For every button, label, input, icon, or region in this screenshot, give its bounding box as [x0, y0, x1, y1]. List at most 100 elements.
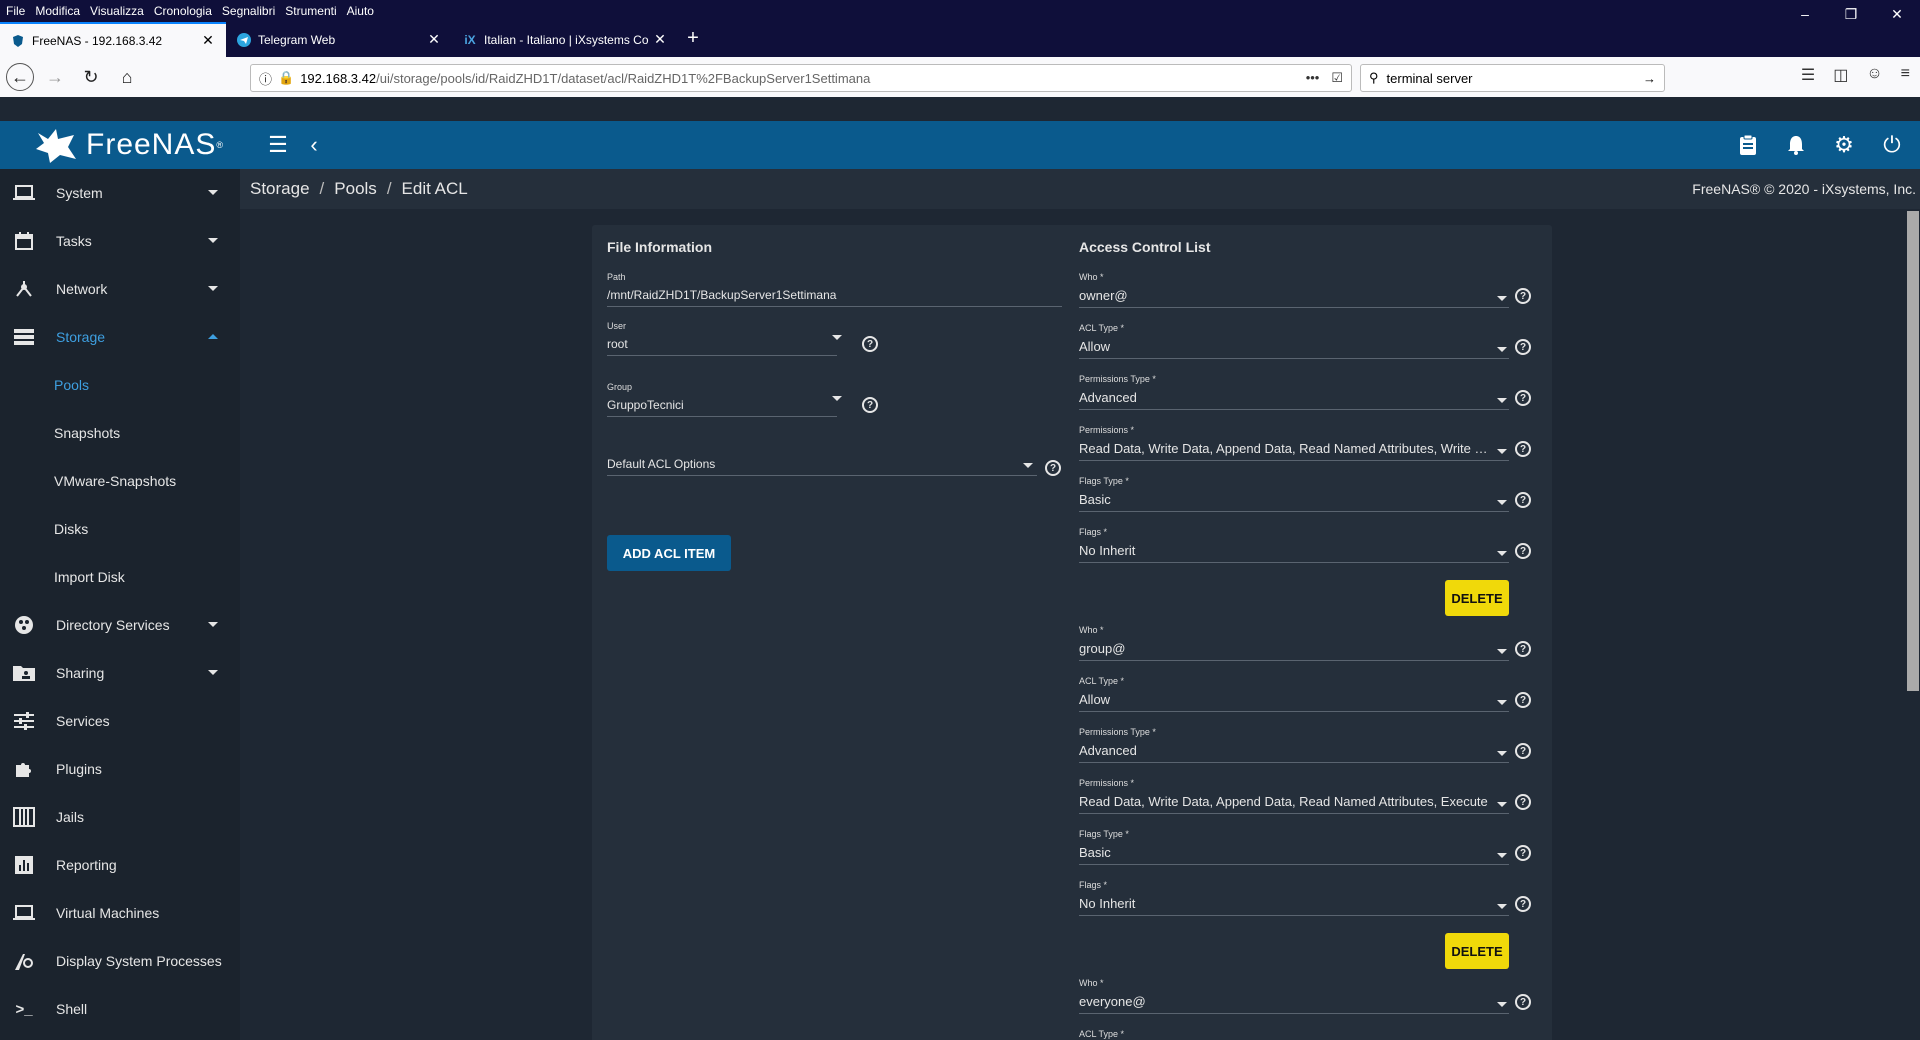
- sidebar-item-network[interactable]: Network: [0, 265, 240, 313]
- sidebar-subitem-vmware-snapshots[interactable]: VMware-Snapshots: [0, 457, 240, 505]
- sidebar-toggle-icon[interactable]: ◫: [1833, 65, 1848, 85]
- clipboard-icon[interactable]: [1730, 127, 1766, 163]
- sidebar-item-reporting[interactable]: Reporting: [0, 841, 240, 889]
- sidebar-item-display-system-processes[interactable]: Display System Processes: [0, 937, 240, 985]
- help-icon[interactable]: ?: [1515, 845, 1531, 861]
- menu-toggle-icon[interactable]: ☰: [260, 127, 296, 163]
- delete-acl-entry-button[interactable]: DELETE: [1445, 580, 1509, 616]
- menu-cronologia[interactable]: Cronologia: [154, 4, 212, 18]
- search-input[interactable]: terminal server: [1387, 71, 1643, 86]
- acl-who-field[interactable]: Who * owner@: [1079, 272, 1509, 308]
- library-icon[interactable]: ☰: [1801, 65, 1815, 85]
- group-field[interactable]: Group GruppoTecnici: [607, 382, 837, 417]
- acl-who-value[interactable]: everyone@: [1079, 994, 1509, 1009]
- new-tab-icon[interactable]: +: [678, 22, 708, 57]
- acl-who-field[interactable]: Who * group@: [1079, 625, 1509, 661]
- user-field[interactable]: User root: [607, 321, 837, 356]
- search-bar[interactable]: ⚲ terminal server →: [1360, 64, 1665, 92]
- help-icon[interactable]: ?: [862, 397, 878, 413]
- sidebar-item-services[interactable]: Services: [0, 697, 240, 745]
- acl-flags-type-field[interactable]: Flags Type * Basic: [1079, 829, 1509, 865]
- reload-icon[interactable]: ↻: [76, 62, 106, 92]
- help-icon[interactable]: ?: [1515, 896, 1531, 912]
- freenas-logo[interactable]: FreeNAS ®: [0, 121, 240, 169]
- acl-flags-type-value[interactable]: Basic: [1079, 492, 1509, 507]
- acl-permissions-type-value[interactable]: Advanced: [1079, 743, 1509, 758]
- delete-acl-entry-button[interactable]: DELETE: [1445, 933, 1509, 969]
- close-icon[interactable]: ✕: [652, 31, 668, 48]
- menu-strumenti[interactable]: Strumenti: [285, 4, 336, 18]
- help-icon[interactable]: ?: [1515, 794, 1531, 810]
- acl-acl-type-field[interactable]: ACL Type * Allow: [1079, 323, 1509, 359]
- acl-permissions-value[interactable]: Read Data, Write Data, Append Data, Read…: [1079, 794, 1509, 809]
- menu-modifica[interactable]: Modifica: [35, 4, 80, 18]
- chevron-left-icon[interactable]: ‹: [296, 127, 332, 163]
- sidebar-item-virtual-machines[interactable]: Virtual Machines: [0, 889, 240, 937]
- acl-who-value[interactable]: owner@: [1079, 288, 1509, 303]
- acl-who-field[interactable]: Who * everyone@: [1079, 978, 1509, 1014]
- page-actions-icon[interactable]: •••: [1306, 70, 1320, 86]
- breadcrumb-storage[interactable]: Storage: [250, 179, 310, 199]
- sidebar-item-tasks[interactable]: Tasks: [0, 217, 240, 265]
- sidebar-item-plugins[interactable]: Plugins: [0, 745, 240, 793]
- sidebar-subitem-pools[interactable]: Pools: [0, 361, 240, 409]
- help-icon[interactable]: ?: [1515, 390, 1531, 406]
- default-acl-options-field[interactable]: Default ACL Options: [607, 457, 1037, 476]
- menu-visualizza[interactable]: Visualizza: [90, 4, 144, 18]
- add-acl-item-button[interactable]: ADD ACL ITEM: [607, 535, 731, 571]
- user-value[interactable]: root: [607, 337, 837, 351]
- sidebar-subitem-import-disk[interactable]: Import Disk: [0, 553, 240, 601]
- menu-segnalibri[interactable]: Segnalibri: [222, 4, 275, 18]
- acl-flags-type-field[interactable]: Flags Type * Basic: [1079, 476, 1509, 512]
- acl-acl-type-value[interactable]: Allow: [1079, 692, 1509, 707]
- help-icon[interactable]: ?: [1515, 441, 1531, 457]
- acl-flags-value[interactable]: No Inherit: [1079, 543, 1509, 558]
- help-icon[interactable]: ?: [1515, 994, 1531, 1010]
- home-icon[interactable]: ⌂: [112, 62, 142, 92]
- url-bar[interactable]: ⓘ 🔒 192.168.3.42/ui/storage/pools/id/Rai…: [250, 64, 1352, 92]
- account-icon[interactable]: ☺: [1866, 65, 1882, 85]
- help-icon[interactable]: ?: [1515, 743, 1531, 759]
- tab-telegram[interactable]: Telegram Web ✕: [226, 22, 452, 57]
- sidebar-item-system[interactable]: System: [0, 169, 240, 217]
- insecure-lock-icon[interactable]: 🔒: [278, 70, 294, 86]
- menu-aiuto[interactable]: Aiuto: [347, 4, 374, 18]
- hamburger-menu-icon[interactable]: ≡: [1901, 65, 1910, 85]
- acl-permissions-field[interactable]: Permissions * Read Data, Write Data, Appe…: [1079, 425, 1509, 461]
- close-icon[interactable]: ✕: [200, 32, 216, 49]
- help-icon[interactable]: ?: [1515, 288, 1531, 304]
- sidebar-subitem-disks[interactable]: Disks: [0, 505, 240, 553]
- pocket-icon[interactable]: ☑: [1331, 70, 1343, 86]
- sidebar-item-sharing[interactable]: Sharing: [0, 649, 240, 697]
- back-icon[interactable]: ←: [6, 63, 34, 91]
- info-icon[interactable]: ⓘ: [259, 69, 272, 88]
- sidebar-subitem-snapshots[interactable]: Snapshots: [0, 409, 240, 457]
- forward-icon[interactable]: →: [40, 62, 70, 92]
- help-icon[interactable]: ?: [1515, 692, 1531, 708]
- acl-acl-type-field[interactable]: ACL Type *: [1079, 1029, 1124, 1039]
- breadcrumb-pools[interactable]: Pools: [334, 179, 377, 199]
- acl-flags-field[interactable]: Flags * No Inherit: [1079, 880, 1509, 916]
- sidebar-item-jails[interactable]: Jails: [0, 793, 240, 841]
- help-icon[interactable]: ?: [862, 336, 878, 352]
- acl-permissions-field[interactable]: Permissions * Read Data, Write Data, Appe…: [1079, 778, 1509, 814]
- acl-permissions-type-field[interactable]: Permissions Type * Advanced: [1079, 374, 1509, 410]
- group-value[interactable]: GruppoTecnici: [607, 398, 837, 412]
- sidebar-item-directory-services[interactable]: Directory Services: [0, 601, 240, 649]
- gear-icon[interactable]: ⚙: [1826, 127, 1862, 163]
- acl-flags-field[interactable]: Flags * No Inherit: [1079, 527, 1509, 563]
- help-icon[interactable]: ?: [1045, 460, 1061, 476]
- power-icon[interactable]: ⏻: [1874, 127, 1910, 163]
- acl-permissions-value[interactable]: Read Data, Write Data, Append Data, Read…: [1079, 441, 1509, 456]
- help-icon[interactable]: ?: [1515, 339, 1531, 355]
- help-icon[interactable]: ?: [1515, 492, 1531, 508]
- acl-permissions-type-value[interactable]: Advanced: [1079, 390, 1509, 405]
- bell-icon[interactable]: [1778, 127, 1814, 163]
- acl-flags-type-value[interactable]: Basic: [1079, 845, 1509, 860]
- page-scrollbar[interactable]: [1904, 209, 1920, 1040]
- help-icon[interactable]: ?: [1515, 641, 1531, 657]
- acl-flags-value[interactable]: No Inherit: [1079, 896, 1509, 911]
- tab-ixsystems[interactable]: iX Italian - Italiano | iXsystems Co ✕: [452, 22, 678, 57]
- scrollbar-thumb[interactable]: [1907, 211, 1919, 691]
- search-go-icon[interactable]: →: [1643, 71, 1656, 86]
